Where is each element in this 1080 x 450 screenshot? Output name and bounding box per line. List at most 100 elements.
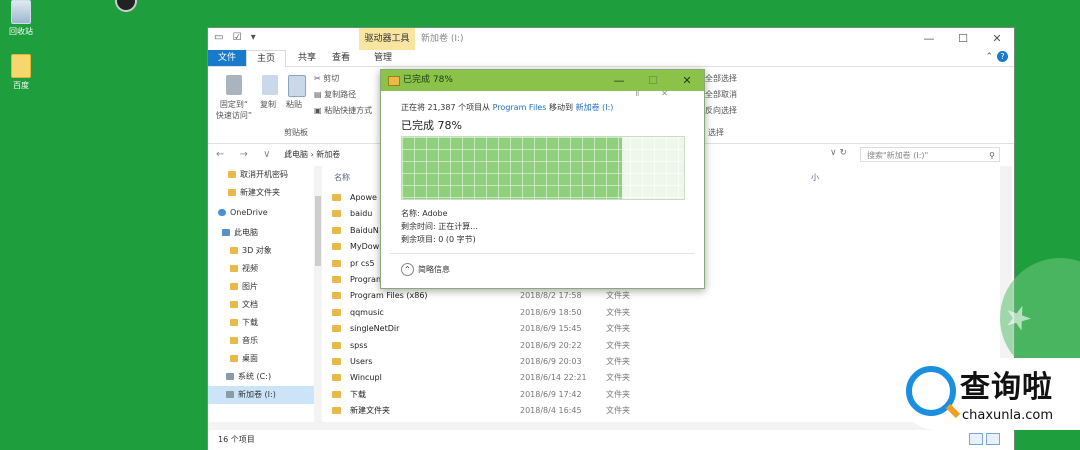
- tab-manage[interactable]: 管理: [368, 50, 398, 66]
- file-type: 文件夹: [606, 389, 630, 399]
- file-name: Progran: [350, 275, 382, 284]
- file-row[interactable]: singleNetDir 2018/6/9 15:45 文件夹: [332, 321, 992, 337]
- paste-shortcut-button[interactable]: ▣ 粘贴快捷方式: [314, 105, 372, 116]
- minimize-button[interactable]: —: [912, 28, 946, 50]
- taskbar-app-icon: [115, 0, 137, 12]
- nav-item[interactable]: 新加卷 (I:): [208, 386, 314, 404]
- nav-scrollbar[interactable]: [314, 166, 322, 430]
- move-progress-dialog: 已完成 78% — ☐ ✕ 正在将 21,387 个项目从 Program Fi…: [380, 69, 705, 289]
- file-name: 下载: [350, 389, 366, 399]
- nav-item-label: 新建文件夹: [240, 188, 280, 197]
- copy-button[interactable]: 复制: [260, 99, 276, 110]
- cut-button[interactable]: ✂ 剪切: [314, 73, 339, 84]
- scrollbar-thumb[interactable]: [315, 196, 321, 266]
- nav-item[interactable]: 图片: [208, 278, 314, 296]
- file-row[interactable]: Program Files (x86) 2018/8/2 17:58 文件夹: [332, 288, 992, 304]
- file-date: 2018/8/2 17:58: [520, 291, 582, 301]
- file-type: 文件夹: [606, 373, 630, 383]
- nav-item[interactable]: 此电脑: [208, 224, 314, 242]
- desktop-icon-recycle-bin[interactable]: 回收站: [4, 0, 38, 37]
- pin-quick-access-button[interactable]: 固定到“ 快速访问”: [212, 99, 256, 121]
- file-row[interactable]: 新建文件夹 2018/8/4 16:45 文件夹: [332, 403, 992, 419]
- desktop-icon-baidu[interactable]: 百度: [4, 54, 38, 91]
- nav-item-label: 视频: [242, 264, 258, 273]
- file-row[interactable]: qqmusic 2018/6/9 18:50 文件夹: [332, 305, 992, 321]
- file-date: 2018/6/9 20:03: [520, 357, 582, 366]
- horizontal-scrollbar[interactable]: [208, 422, 1000, 430]
- column-header-size[interactable]: 小: [811, 172, 819, 183]
- nav-item[interactable]: 下载: [208, 314, 314, 332]
- cancel-icon[interactable]: ✕: [661, 89, 690, 98]
- source-link[interactable]: Program Files: [493, 103, 547, 112]
- pc-icon: [222, 229, 230, 236]
- file-type: 文件夹: [606, 406, 630, 416]
- paste-button[interactable]: 粘贴: [286, 99, 302, 110]
- pause-cancel-controls[interactable]: ॥✕: [635, 88, 691, 99]
- ribbon-tabs: 文件 主页 共享 查看 管理 ⌃?: [208, 50, 1014, 68]
- details-view-icon[interactable]: [969, 433, 983, 445]
- nav-item[interactable]: 系统 (C:): [208, 368, 314, 386]
- destination-link[interactable]: 新加卷 (I:): [576, 103, 614, 112]
- invert-selection-button[interactable]: 反向选择: [705, 105, 737, 116]
- graph-grid: [402, 137, 684, 199]
- recycle-bin-icon: [11, 0, 31, 24]
- select-all-button[interactable]: 全部选择: [705, 73, 737, 84]
- tab-share[interactable]: 共享: [292, 50, 322, 66]
- file-row[interactable]: Users 2018/6/9 20:03 文件夹: [332, 354, 992, 370]
- expand-ribbon-icon[interactable]: ⌃: [985, 52, 993, 62]
- desktop-icon-label: 百度: [13, 81, 29, 90]
- file-date: 2018/6/14 22:21: [520, 373, 587, 383]
- paste-shortcut-icon: ▣: [314, 106, 325, 115]
- fewer-details-button[interactable]: ⌃ 简略信息: [401, 263, 450, 276]
- maximize-button[interactable]: ☐: [946, 28, 980, 50]
- nav-item[interactable]: 3D 对象: [208, 242, 314, 260]
- file-row[interactable]: 下载 2018/6/9 17:42 文件夹: [332, 387, 992, 403]
- nav-item-label: 取消开机密码: [240, 170, 288, 179]
- nav-item[interactable]: 新建文件夹: [208, 184, 314, 202]
- column-header-name[interactable]: 名称: [334, 172, 350, 183]
- status-bar: 16 个项目: [208, 430, 1014, 450]
- search-input[interactable]: 搜索"新加卷 (I:)" ⚲: [860, 147, 1000, 162]
- close-button[interactable]: ✕: [980, 28, 1014, 50]
- drive-icon: [226, 373, 234, 380]
- quick-access-toolbar[interactable]: ▭ ☑ ▾: [214, 32, 259, 43]
- folder-icon: [230, 301, 238, 308]
- select-group-label: 选择: [708, 128, 724, 137]
- folder-icon: [228, 171, 236, 178]
- nav-item[interactable]: 桌面: [208, 350, 314, 368]
- folder-icon: [230, 337, 238, 344]
- nav-item[interactable]: 文档: [208, 296, 314, 314]
- nav-item[interactable]: 音乐: [208, 332, 314, 350]
- folder-icon: [332, 226, 341, 234]
- nav-item[interactable]: OneDrive: [208, 204, 314, 222]
- clipboard-group-label: 剪贴板: [284, 128, 308, 137]
- help-icon[interactable]: ?: [997, 51, 1008, 62]
- watermark-brand: 查询啦: [960, 370, 1053, 405]
- nav-item[interactable]: 视频: [208, 260, 314, 278]
- file-row[interactable]: spss 2018/6/9 20:22 文件夹: [332, 338, 992, 354]
- file-name: Program Files (x86): [350, 291, 428, 301]
- folder-icon: [332, 308, 341, 316]
- folder-icon: [230, 283, 238, 290]
- file-name: pr cs5: [350, 258, 375, 268]
- tab-view[interactable]: 查看: [326, 50, 356, 66]
- drive-icon: [226, 391, 234, 398]
- file-row[interactable]: Wincupl 2018/6/14 22:21 文件夹: [332, 370, 992, 386]
- copy-path-button[interactable]: ▤ 复制路径: [314, 89, 356, 100]
- tab-file[interactable]: 文件: [208, 50, 246, 66]
- refresh-icon[interactable]: ∨ ↻: [830, 148, 847, 158]
- nav-item[interactable]: 取消开机密码: [208, 166, 314, 184]
- select-none-button[interactable]: 全部取消: [705, 89, 737, 100]
- file-name: Apowe: [350, 193, 377, 202]
- folder-icon: [332, 210, 341, 218]
- folder-icon: [230, 319, 238, 326]
- percent-complete: 已完成 78%: [401, 119, 462, 132]
- large-icons-view-icon[interactable]: [986, 433, 1000, 445]
- pause-icon[interactable]: ॥: [635, 89, 662, 98]
- dialog-minimize-button[interactable]: —: [602, 70, 636, 91]
- baidu-icon: [11, 54, 31, 78]
- drive-tools-context-tab[interactable]: 驱动器工具: [359, 28, 415, 50]
- tab-home[interactable]: 主页: [246, 50, 286, 68]
- folder-icon: [230, 247, 238, 254]
- folder-icon: [230, 265, 238, 272]
